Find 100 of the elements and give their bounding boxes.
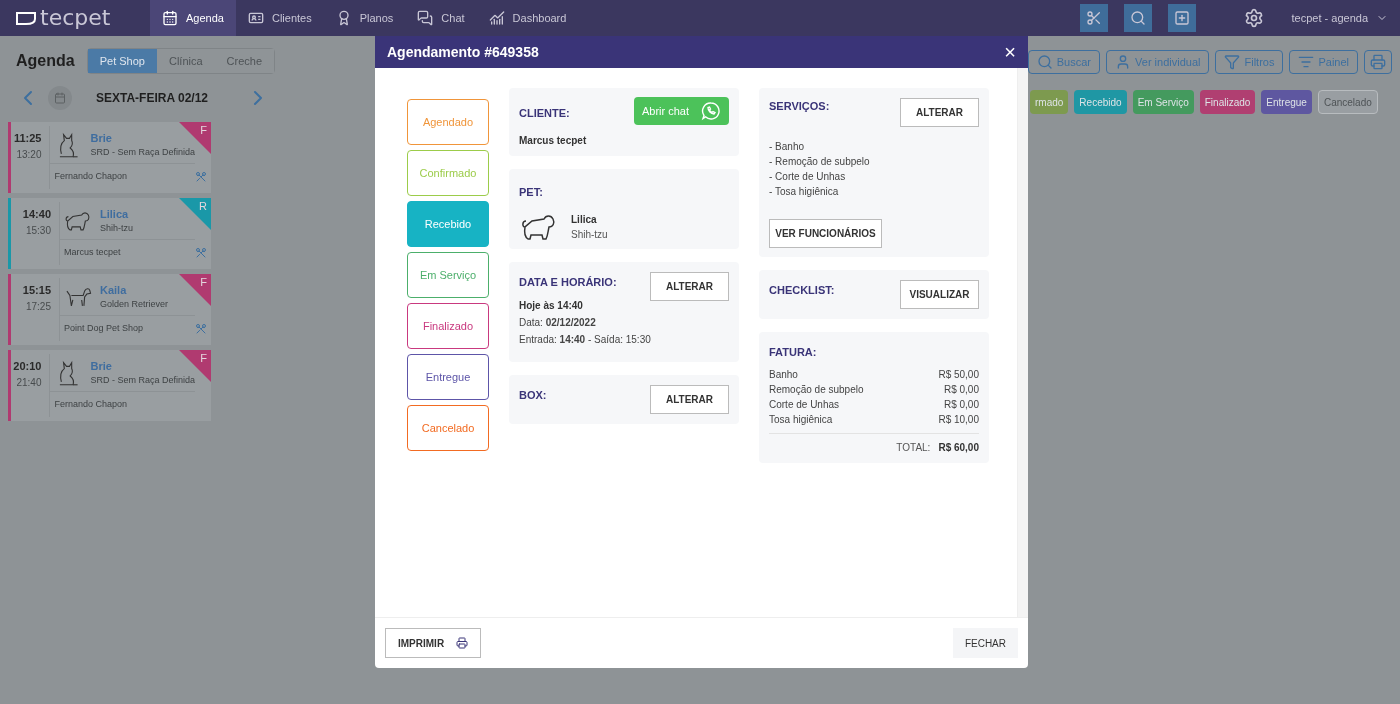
status-button[interactable]: Entregue: [407, 354, 489, 400]
invoice-item: Tosa higiênica: [769, 412, 833, 427]
id-card-icon: [247, 10, 264, 26]
status-chip[interactable]: Finalizado: [1199, 90, 1256, 114]
filter-icon: [1224, 54, 1241, 70]
chat-icon: [417, 10, 434, 26]
list-icon: [1298, 54, 1315, 70]
pet-breed: Shih-tzu: [100, 222, 134, 235]
chart-icon: [488, 10, 505, 26]
status-letter: R: [199, 199, 207, 214]
chat-icon: [701, 101, 721, 121]
section-label: BOX:: [519, 388, 547, 403]
dialog-title: Agendamento #649358: [387, 42, 539, 62]
close-dialog-button[interactable]: FECHAR: [952, 628, 1018, 658]
search-button[interactable]: [1123, 4, 1152, 32]
section-label: CHECKLIST:: [769, 283, 835, 298]
schedule-headline: Hoje às 14:40: [519, 299, 584, 313]
start-time: 20:10: [13, 359, 42, 374]
appointment-card[interactable]: 15:15 17:25 Kaila Golden Retriever Point Dog Pet Shop F: [8, 274, 211, 345]
start-time: 14:40: [22, 207, 51, 222]
status-chip[interactable]: Recebido: [1074, 90, 1127, 114]
schedule-line: Entrada: 14:40 - Saída: 15:30: [519, 333, 652, 347]
pet-name: Brie: [90, 130, 113, 146]
invoice-item: Banho: [769, 367, 798, 382]
date-label: SEXTA-FEIRA 02/12: [96, 90, 210, 107]
status-letter: F: [200, 275, 207, 290]
calendar-icon: [162, 10, 178, 26]
status-letter: F: [200, 123, 207, 138]
logo-text: tecpet: [40, 7, 111, 29]
nav-item[interactable]: Chat: [405, 0, 477, 36]
end-time: 21:40: [16, 375, 42, 390]
invoice-amount: R$ 0,00: [943, 397, 979, 412]
pet-breed: Shih-tzu: [571, 227, 608, 242]
invoice-amount: R$ 0,00: [943, 382, 979, 397]
service-item: - Remoção de subpelo: [769, 155, 871, 169]
pet-name: Brie: [90, 358, 113, 374]
nav-item[interactable]: Agenda: [150, 0, 236, 36]
service-item: - Tosa higiênica: [769, 185, 840, 199]
print-button[interactable]: IMPRIMIR: [385, 628, 482, 658]
scissors-button[interactable]: [1079, 4, 1108, 32]
status-chip[interactable]: rmado: [1030, 90, 1069, 114]
view-button[interactable]: VISUALIZAR: [900, 280, 979, 309]
pet-breed: SRD - Sem Raça Definida: [90, 374, 195, 387]
tab[interactable]: Pet Shop: [87, 49, 157, 73]
owner-name: Marcus tecpet: [64, 245, 121, 259]
total-label: TOTAL:: [896, 440, 931, 455]
view-staff-button[interactable]: VER FUNCIONÁRIOS: [769, 219, 882, 248]
start-time: 11:25: [13, 131, 42, 146]
section-label: FATURA:: [769, 345, 818, 360]
settings-icon[interactable]: [1243, 8, 1264, 28]
pet-breed: SRD - Sem Raça Definida: [90, 146, 195, 159]
page-title: Agenda: [16, 51, 75, 71]
section-label: PET:: [519, 185, 544, 200]
nav-item[interactable]: Dashboard: [476, 0, 579, 36]
appointment-card[interactable]: 14:40 15:30 Lilica Shih-tzu Marcus tecpet R: [8, 198, 211, 269]
printer-icon: [1370, 54, 1386, 70]
printer-icon: [456, 637, 469, 649]
client-name: Marcus tecpet: [519, 134, 588, 148]
logo-icon: [16, 10, 36, 26]
status-chip[interactable]: Entregue: [1261, 90, 1312, 114]
owner-name: Fernando Chapon: [54, 169, 127, 183]
close-button[interactable]: ×: [1004, 42, 1016, 62]
end-time: 17:25: [25, 299, 51, 314]
invoice-item: Corte de Unhas: [769, 397, 840, 412]
user-menu[interactable]: tecpet - agenda: [1291, 9, 1400, 27]
pet-name: Lilica: [100, 206, 130, 222]
change-button[interactable]: ALTERAR: [650, 385, 729, 414]
appointment-card[interactable]: 20:10 21:40 Brie SRD - Sem Raça Definida Fernando Chapon F: [8, 350, 211, 421]
nav-item[interactable]: Clientes: [235, 0, 324, 36]
owner-name: Fernando Chapon: [54, 397, 127, 411]
change-button[interactable]: ALTERAR: [900, 98, 979, 127]
add-button[interactable]: [1167, 4, 1196, 32]
service-item: - Corte de Unhas: [769, 170, 847, 184]
status-chip[interactable]: Cancelado: [1317, 90, 1378, 114]
search-icon: [1036, 54, 1053, 70]
status-button[interactable]: Recebido: [407, 201, 489, 247]
end-time: 13:20: [16, 147, 42, 162]
end-time: 15:30: [25, 223, 51, 238]
status-letter: F: [200, 351, 207, 366]
service-item: - Banho: [769, 140, 806, 154]
nav-item[interactable]: Planos: [323, 0, 406, 36]
status-chip[interactable]: Em Serviço: [1132, 90, 1194, 114]
search-icon: [1129, 10, 1146, 26]
start-time: 15:15: [22, 283, 51, 298]
status-button[interactable]: Em Serviço: [407, 252, 489, 298]
total-amount: R$ 60,00: [938, 440, 979, 455]
pet-name: Lilica: [571, 212, 598, 227]
section-label: DATA E HORÁRIO:: [519, 275, 617, 290]
schedule-line: Data: 02/12/2022: [519, 316, 597, 330]
pet-breed: Golden Retriever: [100, 298, 169, 311]
plus-icon: [1173, 10, 1190, 26]
invoice-amount: R$ 50,00: [938, 367, 979, 382]
status-button[interactable]: Cancelado: [407, 405, 489, 451]
section-label: SERVIÇOS:: [769, 99, 830, 114]
status-button[interactable]: Finalizado: [407, 303, 489, 349]
appointment-card[interactable]: 11:25 13:20 Brie SRD - Sem Raça Definida Fernando Chapon F: [8, 122, 211, 193]
owner-name: Point Dog Pet Shop: [64, 321, 144, 335]
invoice-amount: R$ 10,00: [938, 412, 979, 427]
change-button[interactable]: ALTERAR: [650, 272, 729, 301]
scissors-icon: [1085, 10, 1102, 26]
